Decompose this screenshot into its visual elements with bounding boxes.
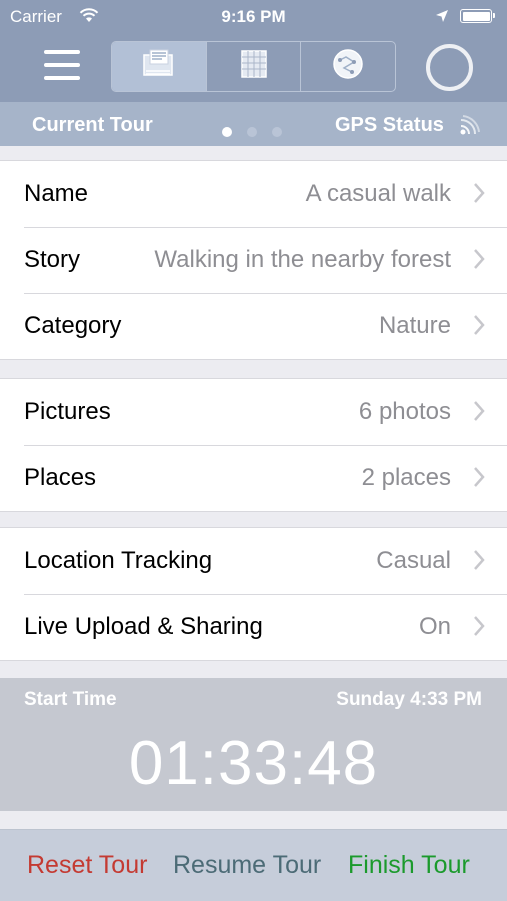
tour-details-icon [142, 49, 176, 84]
row-label: Location Tracking [24, 547, 213, 574]
battery-icon [460, 9, 495, 23]
tour-info-group: Name A casual walk Story Walking in the … [0, 160, 507, 360]
chevron-right-icon [473, 314, 485, 341]
row-label: Pictures [24, 398, 111, 425]
row-label: Name [24, 180, 89, 207]
row-value: Nature [378, 312, 451, 339]
row-value: 6 photos [358, 398, 451, 425]
status-bar: Carrier 9:16 PM [0, 0, 507, 34]
route-map-icon [332, 48, 364, 85]
row-pictures[interactable]: Pictures 6 photos [0, 379, 507, 445]
row-places[interactable]: Places 2 places [0, 445, 507, 511]
row-name[interactable]: Name A casual walk [0, 161, 507, 227]
chevron-right-icon [473, 182, 485, 209]
top-bar: Carrier 9:16 PM Current Tour GPS Status [0, 0, 507, 146]
current-tour-label: Current Tour [32, 114, 153, 136]
settings-group: Location Tracking Casual Live Upload & S… [0, 527, 507, 661]
row-label: Live Upload & Sharing [24, 613, 263, 640]
row-value: Casual [376, 547, 451, 574]
location-arrow-icon [435, 8, 449, 28]
row-category[interactable]: Category Nature [0, 293, 507, 359]
gps-signal-icon[interactable] [457, 114, 481, 144]
segment-map[interactable] [300, 42, 395, 91]
row-story[interactable]: Story Walking in the nearby forest [0, 227, 507, 293]
record-ring-icon[interactable] [426, 44, 473, 91]
row-location-tracking[interactable]: Location Tracking Casual [0, 528, 507, 594]
row-live-upload[interactable]: Live Upload & Sharing On [0, 594, 507, 660]
row-value: A casual walk [305, 180, 451, 207]
bottom-toolbar: Reset Tour Resume Tour Finish Tour [0, 829, 507, 901]
resume-tour-button[interactable]: Resume Tour [173, 851, 321, 880]
segment-grid[interactable] [205, 42, 301, 91]
status-time: 9:16 PM [221, 7, 286, 26]
chevron-right-icon [473, 248, 485, 275]
segment-tour[interactable] [112, 42, 206, 91]
view-segmented-control[interactable] [111, 41, 396, 92]
start-time-label: Start Time [24, 689, 117, 710]
media-group: Pictures 6 photos Places 2 places [0, 378, 507, 512]
finish-tour-button[interactable]: Finish Tour [348, 851, 470, 880]
chevron-right-icon [473, 549, 485, 576]
row-label: Places [24, 464, 97, 491]
row-value: 2 places [361, 464, 451, 491]
hamburger-menu-icon[interactable] [44, 50, 80, 82]
start-time-value: Sunday 4:33 PM [336, 689, 482, 710]
row-value: On [418, 613, 451, 640]
chevron-right-icon [473, 466, 485, 493]
chevron-right-icon [473, 615, 485, 642]
timer-panel: Start Time Sunday 4:33 PM 01:33:48 [0, 678, 507, 811]
elapsed-time: 01:33:48 [128, 729, 379, 798]
chevron-right-icon [473, 400, 485, 427]
reset-tour-button[interactable]: Reset Tour [27, 851, 147, 880]
page-indicator[interactable] [222, 120, 297, 143]
row-value: Walking in the nearby forest [154, 246, 451, 273]
gps-status-label[interactable]: GPS Status [335, 114, 444, 137]
grid-icon [240, 50, 267, 83]
tour-subheader: Current Tour GPS Status [0, 102, 507, 146]
row-label: Category [24, 312, 122, 339]
row-label: Story [24, 246, 81, 273]
